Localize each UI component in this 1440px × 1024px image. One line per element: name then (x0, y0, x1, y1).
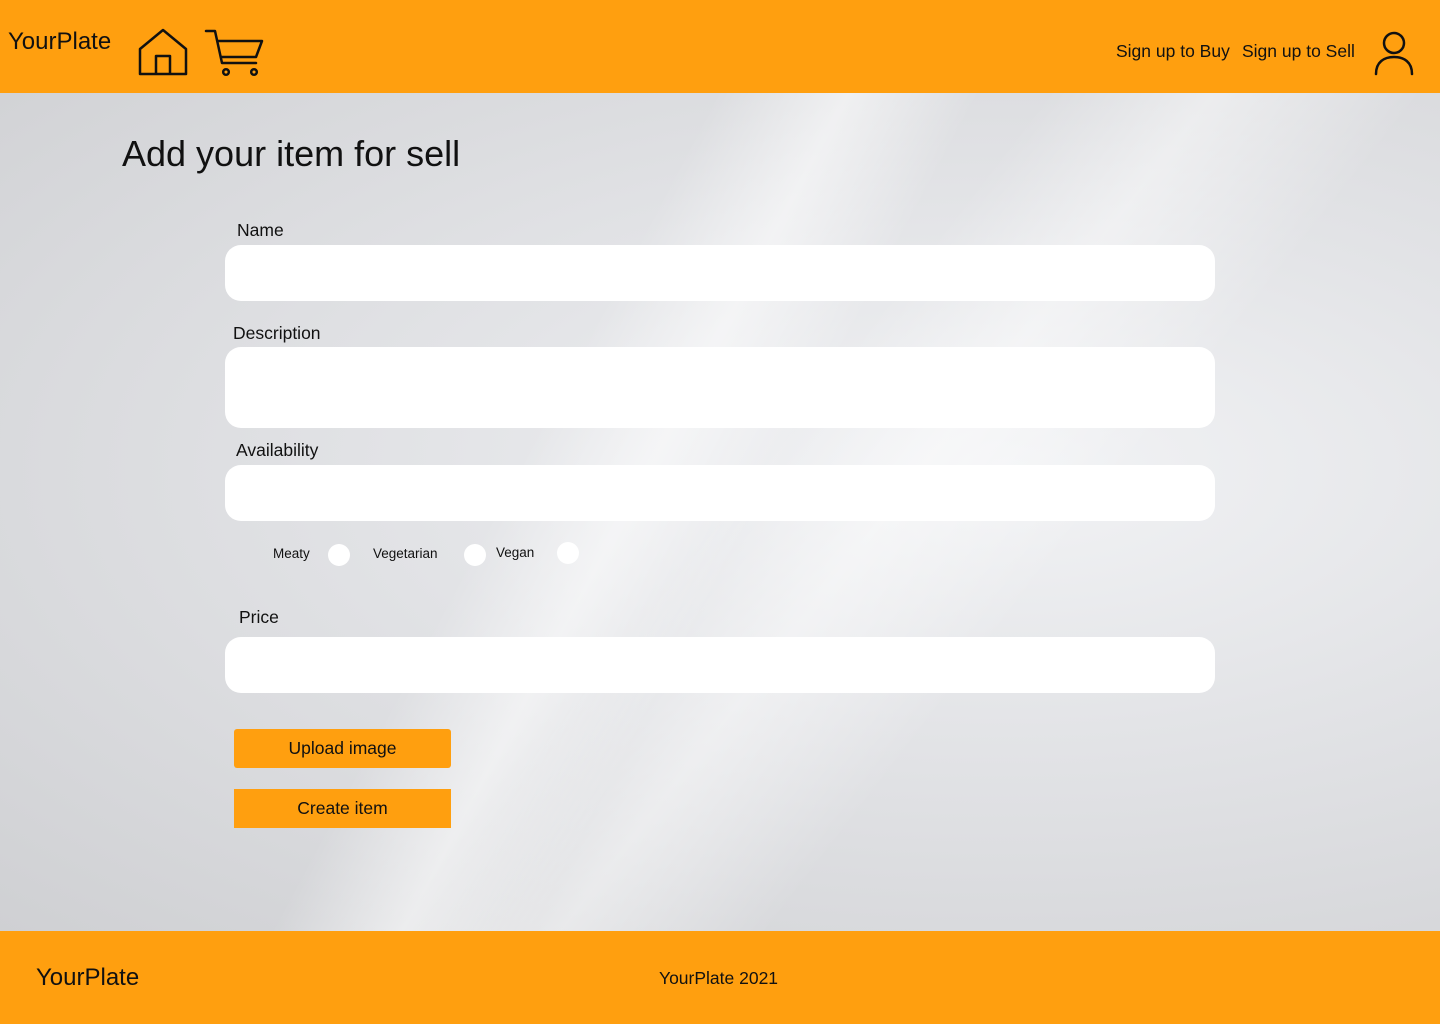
main-content: Add your item for sell Name Description … (0, 93, 1440, 931)
name-label: Name (237, 220, 284, 240)
footer-copyright: YourPlate 2021 (659, 968, 779, 988)
name-input[interactable] (225, 245, 1215, 301)
availability-input[interactable] (225, 465, 1215, 521)
vegetarian-label: Vegetarian (373, 546, 438, 561)
upload-image-button[interactable]: Upload image (234, 729, 451, 768)
home-icon[interactable] (137, 27, 189, 77)
sign-up-to-sell-link[interactable]: Sign up to Sell (1242, 40, 1355, 62)
vegan-label: Vegan (496, 545, 535, 560)
brand-logo[interactable]: YourPlate (8, 28, 111, 56)
page-title: Add your item for sell (122, 133, 461, 174)
top-nav-bar: YourPlate Sign up to Buy Sign up to Sell (0, 0, 1440, 93)
meaty-label: Meaty (273, 546, 310, 561)
availability-label: Availability (236, 440, 319, 460)
footer-brand: YourPlate (36, 964, 140, 991)
create-item-button[interactable]: Create item (234, 789, 451, 828)
user-icon[interactable] (1372, 30, 1416, 76)
footer: YourPlate YourPlate 2021 (0, 931, 1440, 1024)
description-input[interactable] (225, 347, 1215, 428)
vegan-radio[interactable] (557, 542, 579, 564)
price-label: Price (239, 607, 279, 627)
price-input[interactable] (225, 637, 1215, 693)
cart-icon[interactable] (204, 27, 266, 77)
meaty-radio[interactable] (328, 544, 350, 566)
vegetarian-radio[interactable] (464, 544, 486, 566)
description-label: Description (233, 323, 321, 343)
sign-up-to-buy-link[interactable]: Sign up to Buy (1116, 40, 1230, 62)
